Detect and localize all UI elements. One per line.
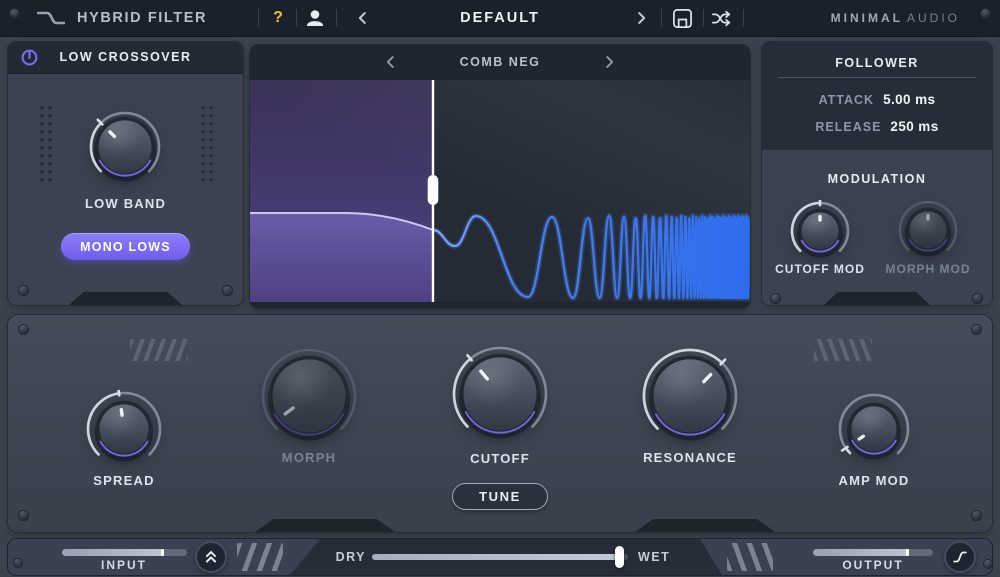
knob-label: MORPH — [281, 450, 337, 465]
cutoff-knob[interactable] — [451, 345, 549, 443]
app-title: HYBRID FILTER — [77, 10, 208, 26]
io-bar: INPUT DRY WET OUTPUT — [8, 539, 992, 575]
screw — [14, 559, 22, 567]
divider — [296, 9, 297, 27]
knob-label: CUTOFF MOD — [775, 262, 865, 276]
attack-row[interactable]: ATTACK 5.00 ms — [762, 92, 992, 107]
help-button[interactable]: ? — [266, 0, 290, 36]
knob-label: MORPH MOD — [885, 262, 971, 276]
screw — [19, 325, 28, 334]
release-row[interactable]: RELEASE 250 ms — [762, 119, 992, 134]
amp-mod-knob[interactable] — [837, 392, 911, 466]
display-header: COMB NEG — [250, 45, 750, 80]
low-band-knob[interactable] — [88, 110, 162, 184]
divider — [778, 77, 976, 78]
knob-label: LOW BAND — [84, 196, 167, 211]
dry-wet-handle[interactable] — [614, 545, 624, 568]
screw — [19, 511, 28, 520]
preset-name[interactable]: DEFAULT — [460, 0, 540, 36]
low-crossover-header: LOW CROSSOVER — [8, 42, 243, 73]
preset-prev-button[interactable] — [352, 7, 374, 29]
crossover-handle[interactable] — [427, 175, 439, 205]
knob-label: AMP MOD — [838, 473, 910, 488]
modulation-title: MODULATION — [827, 172, 927, 186]
divider — [336, 9, 337, 27]
attack-label: ATTACK — [818, 93, 875, 107]
screw — [984, 560, 992, 568]
morph-mod-knob[interactable] — [897, 199, 959, 261]
screw — [972, 511, 981, 520]
resonance-knob[interactable] — [641, 347, 739, 445]
hatch-marks — [130, 339, 188, 361]
release-value[interactable]: 250 ms — [890, 119, 938, 134]
collapse-button[interactable] — [195, 541, 227, 573]
save-preset-icon[interactable] — [671, 7, 693, 29]
title-bar: HYBRID FILTER ? DEFAULT MINIMAL AUDIO — [0, 0, 1000, 36]
attack-value[interactable]: 5.00 ms — [883, 92, 935, 107]
panel-notch — [635, 519, 775, 532]
output-slider-fill — [813, 549, 908, 556]
tune-button[interactable]: TUNE — [452, 483, 548, 510]
output-slider-handle[interactable] — [906, 549, 910, 556]
panel-title: LOW CROSSOVER — [59, 50, 192, 64]
screw — [223, 286, 232, 295]
input-slider[interactable] — [62, 549, 187, 556]
modulation-section: MODULATION CUTOFF MOD MORPH MOD — [762, 150, 992, 305]
cutoff-mod-knob[interactable] — [789, 200, 851, 262]
follower-panel: FOLLOWER ATTACK 5.00 ms RELEASE 250 ms M… — [762, 42, 992, 305]
panel-notch — [255, 519, 395, 532]
grip-dots — [199, 104, 213, 186]
filter-type-name[interactable]: COMB NEG — [250, 45, 750, 80]
release-label: RELEASE — [815, 120, 882, 134]
screw — [981, 9, 990, 18]
knob-label: RESONANCE — [643, 450, 737, 465]
input-slider-fill — [62, 549, 162, 556]
main-controls-panel: SPREAD MORPH CUTOFF TUNE RESONANCE AMP M… — [8, 315, 992, 532]
input-label: INPUT — [101, 558, 147, 572]
knob-label: CUTOFF — [470, 451, 530, 466]
filter-display-panel: COMB NEG — [250, 45, 750, 308]
output-slider[interactable] — [813, 549, 933, 556]
output-curve-button[interactable] — [944, 541, 976, 573]
follower-title: FOLLOWER — [835, 56, 919, 70]
dry-label: DRY — [335, 550, 366, 564]
screw — [19, 286, 28, 295]
hatch-marks — [814, 339, 872, 361]
brand-logo: MINIMAL AUDIO — [830, 11, 960, 25]
wet-label: WET — [638, 550, 671, 564]
screw — [10, 9, 19, 18]
dry-wet-slider[interactable] — [372, 545, 628, 568]
hatch-marks — [237, 543, 283, 571]
follower-section: FOLLOWER ATTACK 5.00 ms RELEASE 250 ms — [762, 42, 992, 150]
preset-next-button[interactable] — [630, 7, 652, 29]
screw — [972, 325, 981, 334]
panel-notch — [69, 292, 182, 305]
account-icon[interactable] — [304, 7, 326, 29]
grip-dots — [38, 104, 52, 186]
filter-response-display[interactable] — [250, 80, 750, 302]
input-slider-handle[interactable] — [160, 549, 164, 556]
low-crossover-panel: LOW CROSSOVER LOW BAND MONO LOWS — [8, 42, 243, 305]
plugin-window: HYBRID FILTER ? DEFAULT MINIMAL AUDIO LO… — [0, 0, 1000, 577]
mono-lows-button[interactable]: MONO LOWS — [61, 233, 190, 260]
panel-notch — [824, 292, 930, 305]
screw — [771, 294, 780, 303]
spread-knob[interactable] — [85, 390, 163, 468]
power-icon[interactable] — [19, 47, 40, 73]
output-label: OUTPUT — [842, 558, 904, 572]
divider — [703, 9, 704, 27]
dry-wet-fill — [372, 554, 620, 560]
minimal-audio-logo-icon — [36, 8, 66, 33]
randomize-shuffle-icon[interactable] — [711, 7, 733, 29]
morph-knob[interactable] — [260, 347, 358, 445]
knob-label: SPREAD — [93, 473, 155, 488]
divider — [258, 9, 259, 27]
hatch-marks — [727, 543, 773, 571]
screw — [973, 294, 982, 303]
divider — [743, 9, 744, 27]
filter-type-prev-icon[interactable] — [382, 53, 400, 76]
divider — [661, 9, 662, 27]
filter-type-next-icon[interactable] — [600, 53, 618, 76]
